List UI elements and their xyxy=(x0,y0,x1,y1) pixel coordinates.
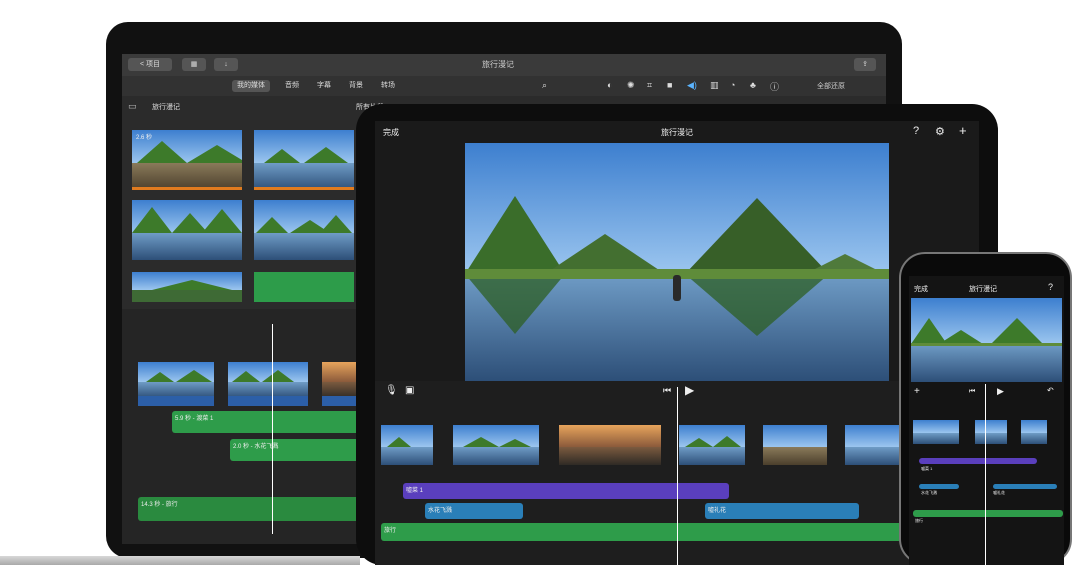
microphone-icon[interactable]: 🎙 xyxy=(385,385,398,396)
play-icon[interactable]: ▶ xyxy=(685,383,694,397)
sound-effect-clip[interactable] xyxy=(919,484,959,489)
project-title: 旅行漫记 xyxy=(969,286,997,293)
laptop-base xyxy=(0,556,360,565)
help-icon[interactable]: ? xyxy=(913,125,919,137)
window-title: 旅行漫记 xyxy=(482,60,514,69)
volume-icon[interactable]: ◀) xyxy=(687,80,697,91)
share-button[interactable]: ⇪ xyxy=(854,58,876,71)
media-clip-thumbnail[interactable] xyxy=(254,200,354,260)
used-clip-marker xyxy=(254,187,354,190)
sound-effect-clip[interactable]: 水花飞溅 xyxy=(425,503,523,519)
undo-icon[interactable]: ↶ xyxy=(1047,386,1054,395)
ipad-imovie-window: 完成 旅行漫记 ? ⚙ + 🎙 ▣ ⏮ ▶ 嘘菜 1 水花飞溅 嘘礼花 旅行 xyxy=(375,121,979,565)
import-button[interactable]: ↓ xyxy=(214,58,238,71)
film-icon: ▦ xyxy=(190,61,198,68)
camera-icon[interactable]: ▣ xyxy=(405,385,414,396)
clip-label: 嘘菜 1 xyxy=(406,488,424,494)
color-balance-icon[interactable]: ◐ xyxy=(607,80,612,90)
media-clip-thumbnail[interactable] xyxy=(132,200,242,260)
sound-effect-clip[interactable]: 嘘礼花 xyxy=(705,503,859,519)
clip-label: 5.9 秒 - 渡菜 1 xyxy=(175,416,214,422)
reset-all-button[interactable]: 全部还原 xyxy=(817,81,845,91)
magnify-icon[interactable]: ⌕ xyxy=(542,80,547,91)
tab-titles[interactable]: 字幕 xyxy=(312,80,336,92)
tab-transitions[interactable]: 转场 xyxy=(376,80,400,92)
timeline-video-clip[interactable] xyxy=(228,362,308,398)
timeline-video-clip[interactable] xyxy=(138,362,214,398)
help-icon[interactable]: ? xyxy=(1048,282,1053,292)
media-clip-thumbnail[interactable] xyxy=(132,272,242,302)
background-music-clip[interactable] xyxy=(913,510,1063,517)
add-icon[interactable]: + xyxy=(959,123,967,138)
background-music-clip[interactable]: 14.3 秒 - 旅行 xyxy=(138,497,362,521)
iphone-imovie-window: 完成 旅行漫记 ? + ⏮ ▶ ↶ 嘘菜 1 水花飞溅 嘘礼花 旅行 xyxy=(909,276,1064,565)
crop-icon[interactable]: ⌗ xyxy=(647,80,652,91)
filter-icon[interactable]: ♣ xyxy=(750,80,756,90)
clip-label: 旅行 xyxy=(915,518,923,523)
sidebar-toggle-icon[interactable]: ▭ xyxy=(128,101,137,112)
timeline-video-clip[interactable] xyxy=(453,425,539,465)
play-icon[interactable]: ▶ xyxy=(997,386,1004,397)
video-viewer[interactable] xyxy=(911,298,1062,382)
sound-effect-clip[interactable] xyxy=(919,458,1037,464)
share-icon: ⇪ xyxy=(862,61,868,68)
done-button[interactable]: 完成 xyxy=(383,127,399,138)
timeline-video-clip[interactable] xyxy=(679,425,745,465)
sound-effect-clip[interactable] xyxy=(993,484,1057,489)
speed-icon[interactable]: ◔ xyxy=(730,80,735,90)
done-button[interactable]: 完成 xyxy=(914,284,928,294)
library-title: 旅行漫记 xyxy=(152,104,180,111)
media-import-button[interactable]: ▦ xyxy=(182,58,206,71)
clip-label: 水花飞溅 xyxy=(921,490,937,495)
download-arrow-icon: ↓ xyxy=(224,61,228,68)
mac-browser-tabs: 我的媒体 音频 字幕 背景 转场 ⌕ ◐ ✺ ⌗ ■ ◀) ▥ ◔ ♣ ⓘ 全部… xyxy=(122,76,886,97)
media-clip-thumbnail[interactable] xyxy=(254,130,354,190)
sound-effect-clip[interactable]: 2.0 秒 - 水花飞溅 xyxy=(230,439,362,461)
info-icon[interactable]: ⓘ xyxy=(770,80,779,93)
media-clip-thumbnail[interactable]: 2.6 秒 xyxy=(132,130,242,190)
skip-back-icon[interactable]: ⏮ xyxy=(663,385,671,396)
add-icon[interactable]: + xyxy=(914,386,920,397)
clip-label: 水花飞溅 xyxy=(428,508,453,514)
clip-label: 嘘菜 1 xyxy=(921,466,933,471)
timeline-audio-strip xyxy=(138,396,214,406)
equalizer-icon[interactable]: ▥ xyxy=(710,80,719,91)
stabilization-icon[interactable]: ■ xyxy=(667,80,672,90)
background-music-clip[interactable]: 旅行 xyxy=(381,523,979,541)
ipad-playhead[interactable] xyxy=(677,387,678,565)
timeline-video-clip[interactable] xyxy=(381,425,433,465)
gear-icon[interactable]: ⚙ xyxy=(935,125,945,138)
clip-label: 旅行 xyxy=(384,528,397,534)
timeline-video-clip[interactable] xyxy=(913,420,959,444)
tab-audio[interactable]: 音频 xyxy=(280,80,304,92)
timeline-video-clip[interactable] xyxy=(1021,420,1047,444)
sound-effect-clip[interactable]: 5.9 秒 - 渡菜 1 xyxy=(172,411,362,433)
timeline-video-clip[interactable] xyxy=(975,420,1007,444)
projects-back-button[interactable]: < 项目 xyxy=(128,58,172,71)
clip-label: 嘘礼花 xyxy=(993,490,1005,495)
sound-effect-clip[interactable]: 嘘菜 1 xyxy=(403,483,729,499)
skip-back-icon[interactable]: ⏮ xyxy=(969,388,975,396)
person-figure xyxy=(673,275,681,301)
ipad-top-bar: 完成 旅行漫记 ? ⚙ + xyxy=(375,121,979,143)
project-title: 旅行漫记 xyxy=(661,128,693,137)
video-viewer[interactable] xyxy=(465,143,889,381)
timeline-video-clip[interactable] xyxy=(559,425,661,465)
timeline-video-clip[interactable] xyxy=(763,425,827,465)
used-clip-marker xyxy=(132,187,242,190)
mac-title-bar: < 项目 ▦ ↓ 旅行漫记 ⇪ xyxy=(122,54,886,76)
color-correction-icon[interactable]: ✺ xyxy=(627,80,635,91)
timeline-video-clip[interactable] xyxy=(845,425,901,465)
clip-label: 嘘礼花 xyxy=(708,508,727,514)
media-clip-thumbnail[interactable] xyxy=(254,272,354,302)
tab-backgrounds[interactable]: 背景 xyxy=(344,80,368,92)
iphone-playhead[interactable] xyxy=(985,384,986,565)
clip-label: 14.3 秒 - 旅行 xyxy=(141,502,178,508)
tab-my-media[interactable]: 我的媒体 xyxy=(232,80,270,92)
timeline-audio-strip xyxy=(228,396,308,406)
clip-duration: 2.6 秒 xyxy=(136,135,153,141)
mac-playhead[interactable] xyxy=(272,324,273,534)
